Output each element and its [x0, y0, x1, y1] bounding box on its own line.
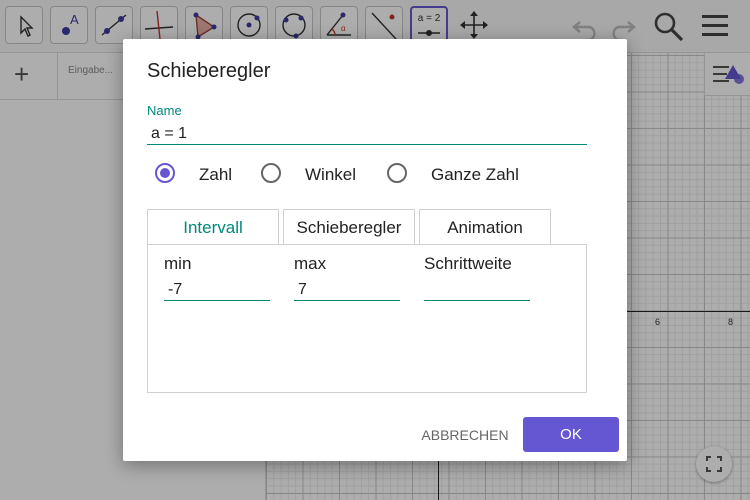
name-label: Name — [147, 103, 182, 118]
tab-animation[interactable]: Animation — [419, 209, 551, 244]
radio-number[interactable] — [155, 163, 175, 183]
radio-angle[interactable] — [261, 163, 281, 183]
radio-integer[interactable] — [387, 163, 407, 183]
radio-number-label[interactable]: Zahl — [199, 165, 232, 185]
cancel-button[interactable]: ABBRECHEN — [415, 418, 515, 452]
tab-slider[interactable]: Schieberegler — [283, 209, 415, 244]
ok-button[interactable]: OK — [523, 417, 619, 452]
interval-panel — [147, 244, 587, 393]
tab-interval[interactable]: Intervall — [147, 209, 279, 245]
max-label: max — [294, 254, 327, 273]
step-input[interactable] — [424, 279, 530, 301]
dialog-title: Schieberegler — [147, 60, 271, 82]
min-input[interactable] — [164, 279, 270, 301]
step-label: Schrittweite — [424, 254, 512, 273]
max-input[interactable] — [294, 279, 400, 301]
min-label: min — [164, 254, 192, 273]
radio-integer-label[interactable]: Ganze Zahl — [431, 165, 519, 185]
name-input[interactable] — [147, 123, 587, 145]
radio-angle-label[interactable]: Winkel — [305, 165, 356, 185]
slider-dialog: Schieberegler Name Zahl Winkel Ganze Zah… — [123, 39, 627, 461]
